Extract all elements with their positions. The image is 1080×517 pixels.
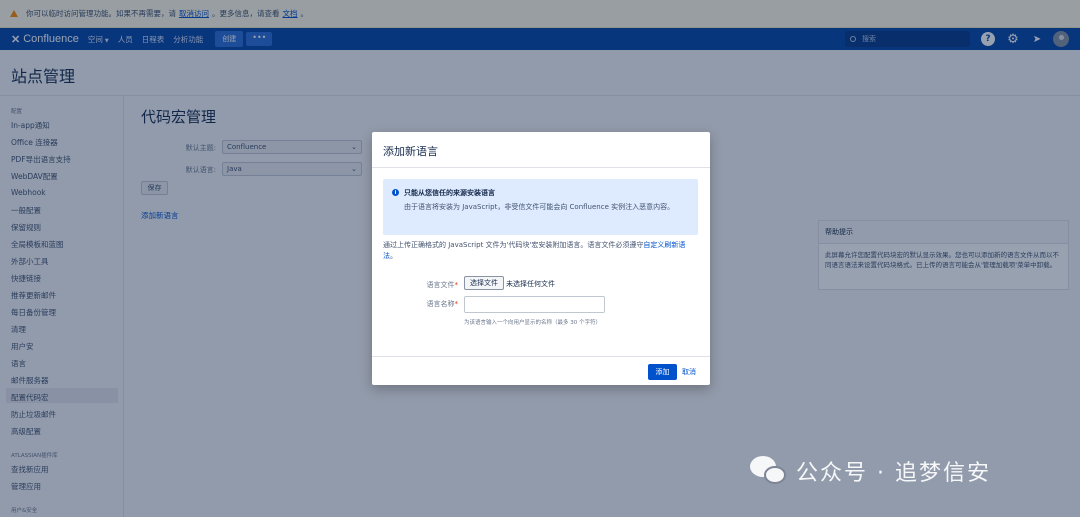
info-text: 由于语言将安装为 JavaScript，非受信文件可能会向 Confluence…: [404, 203, 675, 211]
divider: [372, 167, 710, 168]
info-icon: i: [392, 189, 399, 196]
dialog-description: 通过上传正确格式的 JavaScript 文件为'代码块'宏安装附加语言。语言文…: [383, 240, 699, 262]
divider: [372, 356, 710, 357]
watermark-text: 公众号 · 追梦信安: [796, 461, 991, 486]
cancel-button[interactable]: 取消: [682, 367, 696, 377]
language-name-label: 语言名称*: [378, 299, 459, 309]
language-file-label-text: 语言文件: [426, 281, 455, 289]
info-title: 只能从您信任的来源安装语言: [404, 189, 495, 197]
add-language-dialog: 添加新语言 i 只能从您信任的来源安装语言 由于语言将安装为 JavaScrip…: [372, 132, 710, 385]
file-status-text: 未选择任何文件: [506, 280, 555, 288]
required-marker: *: [454, 300, 459, 308]
description-text: 通过上传正确格式的 JavaScript 文件为'代码块'宏安装附加语言。语言文…: [383, 241, 644, 249]
language-name-input[interactable]: [464, 296, 605, 313]
add-button[interactable]: 添加: [648, 364, 677, 380]
watermark: 公众号 · 追梦信安: [750, 455, 991, 487]
language-name-hint: 为该语言输入一个向用户显示的名称（最多 30 个字符）: [464, 320, 601, 326]
language-file-label: 语言文件*: [378, 280, 459, 290]
choose-file-button[interactable]: 选择文件: [464, 276, 504, 290]
wechat-icon: [750, 456, 788, 486]
dialog-title: 添加新语言: [383, 145, 438, 158]
language-name-label-text: 语言名称: [426, 300, 455, 308]
required-marker: *: [454, 281, 459, 289]
info-message: i 只能从您信任的来源安装语言 由于语言将安装为 JavaScript，非受信文…: [383, 179, 698, 235]
description-end: 。: [390, 252, 397, 260]
